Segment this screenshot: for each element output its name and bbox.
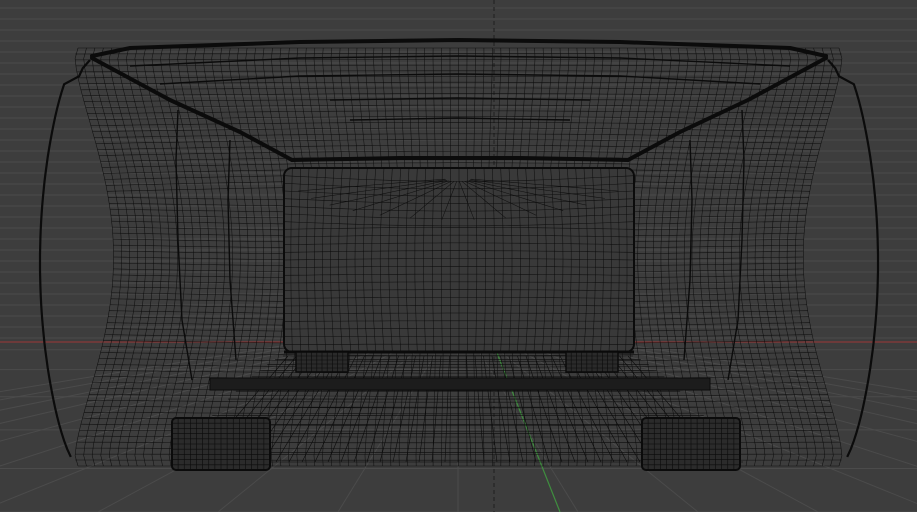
mesh-edge [126,47,162,467]
viewport-canvas[interactable] [0,0,917,512]
mesh-edge [803,47,843,467]
mesh-edge [211,47,241,467]
mesh-edge [652,47,680,467]
3d-viewport[interactable] [0,0,917,512]
mesh-edge [159,73,761,85]
front-foot [171,417,271,471]
seat-front-band [209,377,711,391]
mesh-edge [637,47,663,467]
mesh-edge [329,97,591,101]
back-leg [565,351,619,373]
mesh-edge [683,47,715,467]
sofa-wireframe-mesh[interactable] [38,38,880,471]
grid-line [337,339,445,512]
mesh-edge [220,47,249,467]
mesh-edge [431,355,442,463]
mesh-edge [151,47,186,467]
mesh-edge [444,355,450,463]
mesh-edge [731,47,766,467]
mesh-edge [202,47,233,467]
grid-line [583,339,917,401]
grid-line [569,339,917,411]
mesh-edge [739,47,774,467]
mesh-edge [74,47,114,467]
mesh-edge [237,47,264,467]
mesh-edge [715,47,749,467]
mesh-edge [668,47,697,467]
mesh-edge [392,355,416,463]
grid-line [0,339,333,401]
mesh-edge [160,47,194,467]
mesh-edge [645,47,672,467]
mesh-edge [143,47,178,467]
crease-edge [290,156,630,162]
front-foot [641,417,741,471]
crease-edge [626,56,828,162]
mesh-edge [194,47,226,467]
mesh-edge [754,47,791,467]
back-leg [295,351,349,373]
